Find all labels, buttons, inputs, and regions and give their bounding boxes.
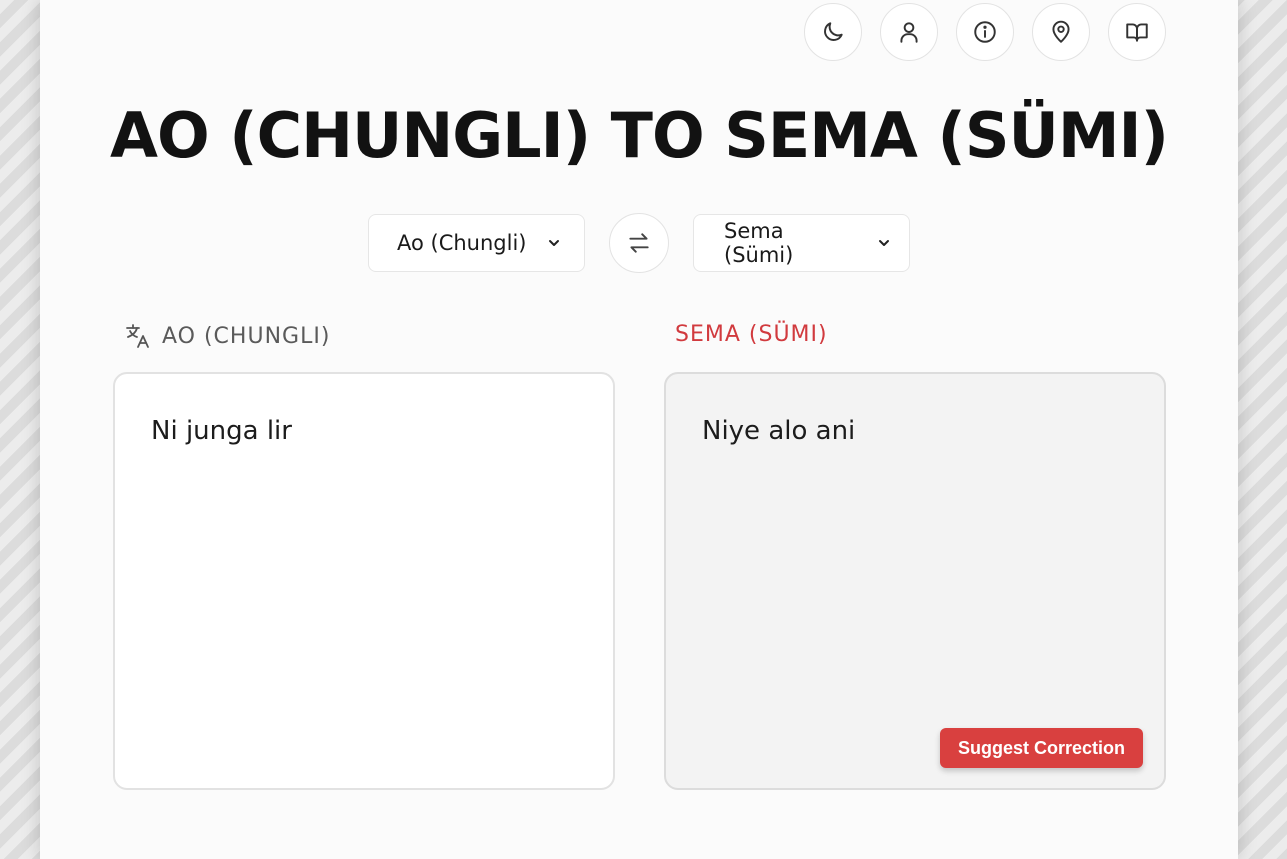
target-panel-label: SEMA (SÜMI) xyxy=(675,322,828,347)
location-button[interactable] xyxy=(1032,3,1090,61)
source-panel-label: AO (CHUNGLI) xyxy=(124,322,330,350)
suggest-correction-button[interactable]: Suggest Correction xyxy=(939,728,1143,768)
source-language-value: Ao (Chungli) xyxy=(397,231,527,255)
page-title: AO (CHUNGLI) TO SEMA (SÜMI) xyxy=(110,99,1169,172)
target-label-text: SEMA (SÜMI) xyxy=(675,322,828,347)
language-selector-row: Ao (Chungli) Sema (Sümi) xyxy=(368,213,910,273)
swap-languages-button[interactable] xyxy=(609,213,669,273)
moon-icon xyxy=(824,22,843,41)
dictionary-button[interactable] xyxy=(1108,3,1166,61)
location-pin-icon xyxy=(1052,20,1070,43)
info-icon xyxy=(974,21,996,43)
source-text: Ni junga lir xyxy=(151,416,292,446)
translator-page: AO (CHUNGLI) TO SEMA (SÜMI) Ao (Chungli)… xyxy=(40,0,1238,859)
translate-icon xyxy=(126,324,149,348)
source-language-select[interactable]: Ao (Chungli) xyxy=(368,214,585,272)
user-icon xyxy=(900,22,918,43)
info-button[interactable] xyxy=(956,3,1014,61)
translation-output: Niye alo ani Suggest Correction xyxy=(664,372,1166,790)
profile-button[interactable] xyxy=(880,3,938,61)
translation-text: Niye alo ani xyxy=(702,416,856,446)
chevron-down-icon xyxy=(877,236,891,250)
source-text-area[interactable]: Ni junga lir xyxy=(113,372,615,790)
top-toolbar xyxy=(804,3,1166,61)
swap-arrows-icon xyxy=(629,233,649,253)
source-label-text: AO (CHUNGLI) xyxy=(162,323,331,349)
book-icon xyxy=(1126,23,1148,42)
target-language-select[interactable]: Sema (Sümi) xyxy=(693,214,910,272)
chevron-down-icon xyxy=(547,236,561,250)
dark-mode-button[interactable] xyxy=(804,3,862,61)
target-language-value: Sema (Sümi) xyxy=(724,219,794,267)
